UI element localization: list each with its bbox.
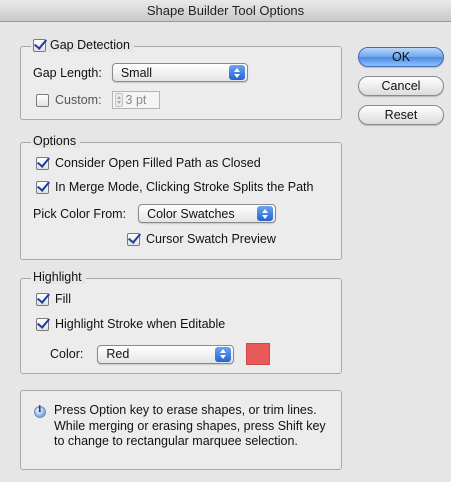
gap-length-label: Gap Length:	[33, 65, 102, 80]
gap-length-row: Gap Length: Small	[33, 63, 248, 82]
select-arrows-icon	[215, 346, 232, 362]
cursor-preview-label: Cursor Swatch Preview	[146, 232, 276, 246]
gap-length-select[interactable]: Small	[111, 63, 248, 82]
color-row: Color: Red	[50, 343, 271, 365]
stepper-icon[interactable]	[114, 93, 123, 107]
custom-gap-value: 3 pt	[125, 93, 147, 107]
pick-color-row: Pick Color From: Color Swatches	[33, 204, 277, 223]
tip-text: Press Option key to erase shapes, or tri…	[54, 403, 326, 448]
custom-row: Custom: 3 pt	[36, 91, 160, 109]
color-label: Color:	[50, 347, 84, 361]
window-title: Shape Builder Tool Options	[0, 0, 451, 22]
fill-row: Fill	[36, 292, 71, 306]
highlight-stroke-row: Highlight Stroke when Editable	[36, 317, 225, 331]
pick-color-select[interactable]: Color Swatches	[138, 204, 277, 223]
highlight-stroke-checkbox[interactable]	[36, 317, 49, 331]
custom-gap-field[interactable]: 3 pt	[111, 91, 160, 109]
gap-detection-label: Gap Detection	[50, 38, 130, 52]
pick-color-label: Pick Color From:	[33, 206, 127, 221]
gap-detection-checkbox[interactable]	[33, 38, 46, 52]
consider-open-label: Consider Open Filled Path as Closed	[55, 156, 261, 170]
fill-checkbox[interactable]	[36, 292, 49, 306]
highlight-legend: Highlight	[31, 270, 86, 284]
gap-length-value: Small	[120, 65, 153, 80]
fill-label: Fill	[55, 292, 71, 306]
pick-color-value: Color Swatches	[147, 206, 235, 221]
consider-open-row: Consider Open Filled Path as Closed	[36, 156, 261, 170]
cursor-preview-row: Cursor Swatch Preview	[127, 232, 276, 246]
select-arrows-icon	[228, 65, 245, 80]
reset-button[interactable]: Reset	[358, 105, 444, 125]
highlight-color-swatch[interactable]	[246, 343, 271, 365]
select-arrows-icon	[257, 206, 274, 221]
consider-open-checkbox[interactable]	[36, 156, 49, 170]
options-legend: Options	[31, 134, 81, 148]
info-icon	[34, 405, 46, 418]
cancel-button[interactable]: Cancel	[358, 76, 444, 96]
merge-mode-checkbox[interactable]	[36, 180, 49, 194]
custom-label: Custom:	[55, 93, 102, 107]
gap-detection-legend: Gap Detection	[31, 38, 134, 52]
custom-checkbox[interactable]	[36, 93, 49, 107]
highlight-label: Highlight	[33, 270, 82, 284]
color-value: Red	[106, 347, 130, 361]
merge-mode-label: In Merge Mode, Clicking Stroke Splits th…	[55, 180, 314, 194]
cursor-preview-checkbox[interactable]	[127, 232, 140, 246]
ok-button[interactable]: OK	[358, 47, 444, 67]
merge-mode-row: In Merge Mode, Clicking Stroke Splits th…	[36, 180, 313, 194]
color-select[interactable]: Red	[97, 344, 235, 364]
options-label: Options	[33, 134, 77, 148]
highlight-stroke-label: Highlight Stroke when Editable	[55, 317, 226, 331]
